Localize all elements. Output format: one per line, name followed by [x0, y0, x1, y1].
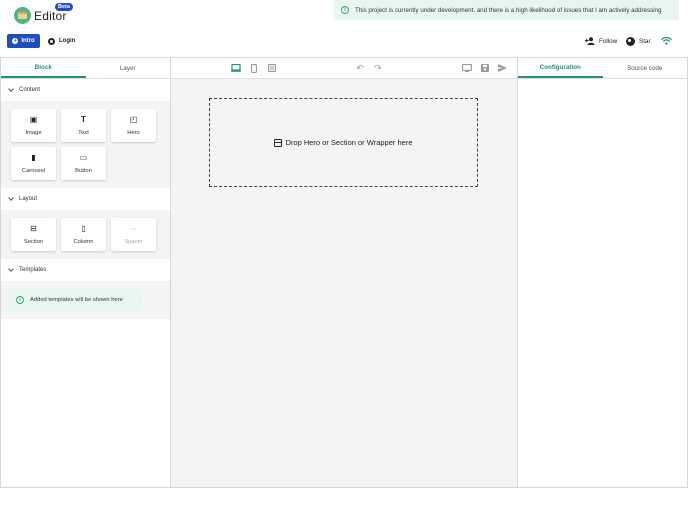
section-icon: ⊟	[30, 223, 37, 233]
section-title-content: Content	[19, 87, 41, 93]
spacer-icon: ⌣	[130, 223, 137, 233]
inbox-icon	[274, 138, 283, 147]
block-label: Hero	[127, 129, 140, 136]
section-header-templates[interactable]: Templates	[1, 259, 170, 281]
desktop-view-icon[interactable]	[231, 63, 241, 73]
app-title: Editor	[34, 9, 67, 23]
chevron-down-icon	[8, 266, 14, 272]
image-icon: ▣	[29, 114, 38, 124]
intro-button-label: Intro	[21, 38, 35, 44]
block-text[interactable]: T Text	[61, 109, 106, 142]
person-add-icon	[585, 37, 595, 45]
block-label: Carousel	[21, 167, 46, 174]
hero-icon: ◰	[129, 114, 138, 124]
undo-icon[interactable]: ↶	[355, 63, 365, 73]
block-hero[interactable]: ◰ Hero	[111, 109, 156, 142]
right-panel-tabs: Configuration Source code	[518, 58, 687, 79]
send-icon[interactable]	[497, 63, 507, 73]
section-header-layout[interactable]: Layout	[1, 188, 170, 210]
tab-source-code[interactable]: Source code	[603, 58, 688, 78]
info-icon: i	[341, 6, 349, 14]
dev-notice-banner: i This project is currently under develo…	[334, 0, 679, 20]
templates-area: i Added templates will be shown here	[1, 281, 170, 319]
github-icon	[48, 37, 55, 45]
carousel-icon: ▮	[31, 152, 36, 162]
column-icon: ▯	[81, 223, 86, 233]
intro-button[interactable]: + Intro	[7, 34, 40, 48]
login-button-label: Login	[59, 38, 76, 44]
block-label: Section	[23, 238, 44, 245]
plus-circle-icon: +	[12, 37, 19, 44]
beta-badge: Beta	[55, 3, 73, 11]
right-panel: Configuration Source code	[517, 57, 688, 488]
preview-icon[interactable]	[462, 63, 472, 73]
block-label: Spacer	[124, 238, 143, 245]
follow-button[interactable]: Follow	[585, 37, 617, 45]
follow-label: Follow	[599, 37, 618, 45]
text-icon: T	[81, 114, 86, 124]
block-column[interactable]: ▯ Column	[61, 218, 106, 251]
chevron-down-icon	[8, 195, 14, 201]
block-label: Button	[75, 167, 92, 174]
canvas-panel: ↶ ↷ Drop Hero or Section or Wrapper here	[171, 57, 517, 488]
dropzone-text: Drop Hero or Section or Wrapper here	[285, 138, 413, 147]
mobile-view-icon[interactable]	[249, 63, 259, 73]
left-panel-tabs: Block Layer	[1, 58, 170, 79]
tab-layer[interactable]: Layer	[86, 58, 171, 78]
templates-note-text: Added templates will be shown here	[30, 297, 123, 303]
chevron-down-icon	[8, 86, 14, 92]
tab-configuration[interactable]: Configuration	[518, 58, 603, 78]
layout-view-icon[interactable]	[267, 63, 277, 73]
github-icon	[626, 37, 635, 46]
layout-blocks: ⊟ Section ▯ Column ⌣ Spacer	[1, 210, 170, 259]
templates-empty-note: i Added templates will be shown here	[9, 289, 142, 311]
content-blocks: ▣ Image T Text ◰ Hero ▮ Carousel ▭ Butto…	[1, 101, 170, 188]
section-title-layout: Layout	[19, 196, 38, 202]
block-label: Image	[25, 129, 42, 136]
section-header-content[interactable]: Content	[1, 79, 170, 101]
dev-notice-text: This project is currently under developm…	[355, 6, 662, 14]
login-button[interactable]: Login	[48, 34, 75, 48]
button-icon: ▭	[79, 152, 88, 162]
block-image[interactable]: ▣ Image	[11, 109, 56, 142]
section-title-templates: Templates	[19, 267, 47, 273]
app-logo	[14, 7, 31, 24]
block-button[interactable]: ▭ Button	[61, 147, 106, 180]
block-label: Text	[78, 129, 89, 136]
block-spacer: ⌣ Spacer	[111, 218, 156, 251]
redo-icon[interactable]: ↷	[373, 63, 383, 73]
tab-block[interactable]: Block	[1, 58, 86, 78]
canvas-dropzone[interactable]: Drop Hero or Section or Wrapper here	[209, 98, 478, 187]
info-icon: i	[16, 296, 24, 304]
github-star-button[interactable]: Star	[626, 37, 651, 46]
star-label: Star	[639, 38, 651, 45]
block-carousel[interactable]: ▮ Carousel	[11, 147, 56, 180]
wifi-icon[interactable]	[661, 37, 672, 45]
block-label: Column	[73, 238, 94, 245]
canvas-toolbar: ↶ ↷	[171, 58, 517, 79]
left-panel: Block Layer Content ▣ Image T Text ◰ Her…	[0, 57, 171, 488]
save-icon[interactable]	[480, 63, 490, 73]
block-section[interactable]: ⊟ Section	[11, 218, 56, 251]
